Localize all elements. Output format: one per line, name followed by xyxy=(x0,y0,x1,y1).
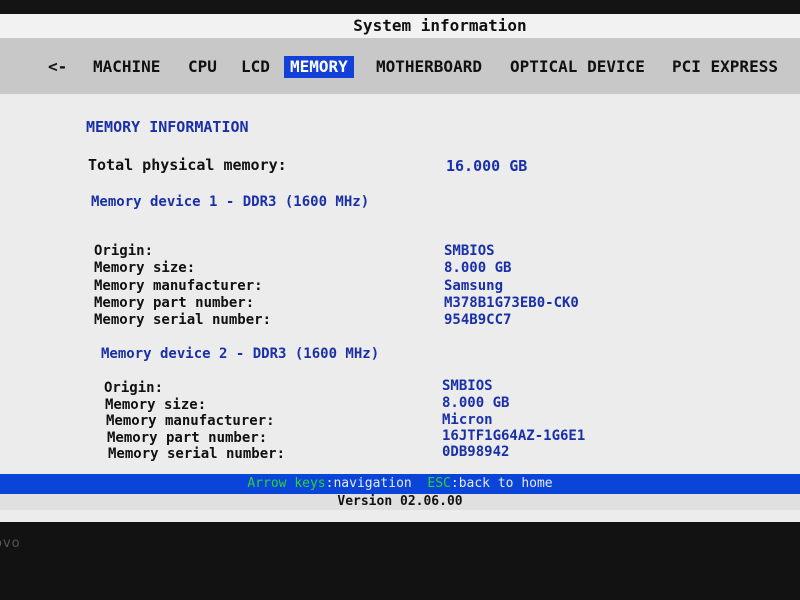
tab-lcd[interactable]: LCD xyxy=(241,56,270,78)
device-2-manufacturer-label: Memory manufacturer: xyxy=(106,413,275,429)
device-2-part-number-value: 16JTF1G64AZ-1G6E1 xyxy=(442,428,586,444)
arrow-keys-hint: Arrow keys xyxy=(247,476,326,491)
tab-cpu[interactable]: CPU xyxy=(188,56,217,78)
total-memory-value: 16.000 GB xyxy=(446,157,528,175)
memory-device-1-title: Memory device 1 - DDR3 (1600 MHz) xyxy=(91,194,370,210)
window-title: System information xyxy=(0,14,800,38)
device-1-size-value: 8.000 GB xyxy=(444,260,512,276)
brand-logo: ovo xyxy=(0,536,21,551)
monitor-bezel-bottom: ovo xyxy=(0,522,800,600)
device-1-manufacturer-label: Memory manufacturer: xyxy=(94,278,263,294)
device-2-size-value: 8.000 GB xyxy=(442,395,510,411)
device-1-serial-number-value: 954B9CC7 xyxy=(444,312,512,328)
device-2-origin-value: SMBIOS xyxy=(442,378,493,394)
tab-pci-express[interactable]: PCI EXPRESS xyxy=(672,56,778,78)
tab-optical-device[interactable]: OPTICAL DEVICE xyxy=(510,56,645,78)
key-hint-bar: Arrow keys:navigation ESC:back to home xyxy=(0,474,800,494)
device-1-origin-value: SMBIOS xyxy=(444,243,495,259)
memory-info-panel: MEMORY INFORMATION Total physical memory… xyxy=(0,94,800,474)
tab-motherboard[interactable]: MOTHERBOARD xyxy=(376,56,482,78)
arrow-keys-action: :navigation xyxy=(325,476,412,491)
version-label: Version 02.06.00 xyxy=(0,494,800,510)
back-arrow-button[interactable]: <- xyxy=(48,56,67,78)
tab-memory[interactable]: MEMORY xyxy=(284,56,354,78)
device-2-serial-number-label: Memory serial number: xyxy=(108,446,286,462)
memory-device-2-title: Memory device 2 - DDR3 (1600 MHz) xyxy=(101,346,380,362)
esc-key-action: :back to home xyxy=(450,476,553,491)
device-2-size-label: Memory size: xyxy=(105,397,207,413)
device-2-part-number-label: Memory part number: xyxy=(107,430,268,446)
device-1-part-number-value: M378B1G73EB0-CK0 xyxy=(444,295,579,311)
total-memory-label: Total physical memory: xyxy=(88,156,287,174)
device-2-origin-label: Origin: xyxy=(104,380,164,396)
tab-machine[interactable]: MACHINE xyxy=(93,56,160,78)
device-1-origin-label: Origin: xyxy=(94,243,154,259)
bios-screen: System information <- MACHINE CPU LCD ME… xyxy=(0,14,800,522)
device-1-serial-number-label: Memory serial number: xyxy=(94,312,272,328)
device-1-manufacturer-value: Samsung xyxy=(444,278,504,294)
device-2-manufacturer-value: Micron xyxy=(442,412,493,428)
device-1-part-number-label: Memory part number: xyxy=(94,295,255,311)
esc-key-hint: ESC xyxy=(427,476,451,491)
section-title: MEMORY INFORMATION xyxy=(86,118,249,136)
tab-bar: <- MACHINE CPU LCD MEMORY MOTHERBOARD OP… xyxy=(0,38,800,94)
device-1-size-label: Memory size: xyxy=(94,260,196,276)
device-2-serial-number-value: 0DB98942 xyxy=(442,444,510,460)
